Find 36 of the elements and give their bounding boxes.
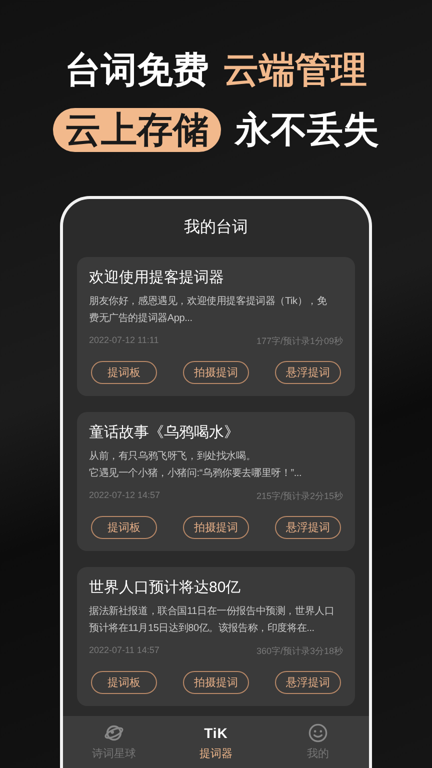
action-button[interactable]: 提词板 [91,671,157,694]
tab-item[interactable]: TiK 提词器 [165,723,267,761]
action-button[interactable]: 悬浮提词 [275,361,341,384]
action-button[interactable]: 悬浮提词 [275,516,341,539]
excerpt-line: 预计将在11月15日达到80亿。该报告称，印度将在... [89,622,314,636]
excerpt-line: 它遇见一个小猪，小猪问:“乌鸦你要去哪里呀！”... [89,466,302,481]
script-card[interactable]: 世界人口预计将达80亿 据法新社报道，联合国11日在一份报告中预测，世界人口 预计将在11月15日达到80亿。该报告称，印度将在... 2022-07-11 14:57 360字/预计录3分18秒 提词板 拍摄提词 悬浮提词 [77,567,355,706]
headline-text: 台词免费 [65,48,209,92]
excerpt-line: 朋友你好，感恩遇见，欢迎使用提客提词器（Tik），免 [89,294,327,309]
script-stats: 177字/预计录1分09秒 [256,335,343,348]
script-stats: 215字/预计录2分15秒 [256,490,343,503]
action-button[interactable]: 拍摄提词 [183,671,249,694]
action-button[interactable]: 悬浮提词 [275,671,341,694]
script-card[interactable]: 欢迎使用提客提词器 朋友你好，感恩遇见，欢迎使用提客提词器（Tik），免 费无广告的提词器App... 2022-07-12 11:11 177字/预计录1分09秒 提词板 拍摄提词 悬浮提词 [77,257,355,396]
action-button[interactable]: 提词板 [91,361,157,384]
tik-logo: TiK [204,724,228,743]
script-card[interactable]: 童话故事《乌鸦喝水》 从前，有只乌鸦飞呀飞，到处找水喝。 它遇见一个小猪，小猪问:“乌鸦你要去哪里呀！”... 2022-07-12 14:57 215字/预计录2分15秒 提词板 拍摄提词 悬浮提词 [77,412,355,551]
highlight-badge: 云上存储 [53,108,221,152]
screen-title: 我的台词 [183,218,249,238]
script-date: 2022-07-12 14:57 [89,490,160,502]
headline-text: 永不丢失 [235,108,379,152]
action-button[interactable]: 拍摄提词 [183,361,249,384]
script-date: 2022-07-12 11:11 [89,335,159,347]
accent-headline-text: 云端管理 [223,48,367,92]
script-date: 2022-07-11 14:57 [89,645,160,657]
script-title: 欢迎使用提客提词器 [89,268,225,288]
excerpt-line: 据法新社报道，联合国11日在一份报告中预测，世界人口 [89,604,334,619]
action-button[interactable]: 拍摄提词 [183,516,249,539]
smiley-icon [308,723,328,743]
script-title: 童话故事《乌鸦喝水》 [89,423,240,443]
excerpt-line: 费无广告的提词器App... [89,312,192,326]
excerpt-line: 从前，有只乌鸦飞呀飞，到处找水喝。 [89,450,256,464]
script-title: 世界人口预计将达80亿 [89,578,242,598]
action-button[interactable]: 提词板 [91,516,157,539]
planet-icon [104,723,124,743]
script-stats: 360字/预计录3分18秒 [256,645,343,658]
